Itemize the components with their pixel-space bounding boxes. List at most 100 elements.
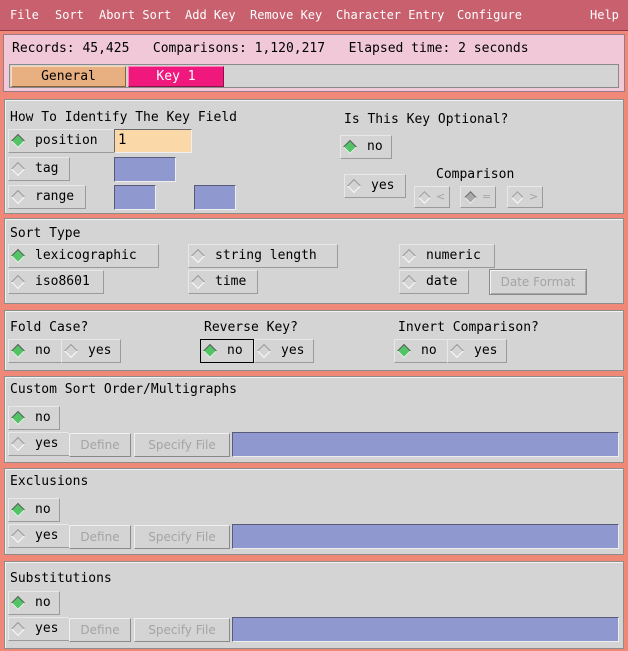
exclusions-file-input[interactable]	[232, 524, 619, 549]
menu-abort-sort[interactable]: Abort Sort	[99, 8, 171, 22]
substitutions-define-button[interactable]: Define	[69, 618, 131, 642]
radio-label: time	[215, 274, 247, 289]
less-than-icon: <	[436, 190, 446, 203]
custom-define-button[interactable]: Define	[69, 433, 131, 457]
custom-file-input[interactable]	[232, 432, 619, 457]
radio-icon	[418, 191, 431, 204]
radio-icon	[449, 343, 465, 359]
radio-selected-icon	[396, 343, 412, 359]
optional-title: Is This Key Optional?	[344, 112, 509, 127]
menu-file[interactable]: File	[10, 8, 39, 22]
radio-substitutions-yes[interactable]: yes	[8, 617, 70, 641]
sort-type-title: Sort Type	[10, 226, 81, 241]
invert-comparison-title: Invert Comparison?	[398, 320, 539, 335]
status-panel: Records: 45,425 Comparisons: 1,120,217 E…	[3, 34, 625, 92]
exclusions-specify-file-button[interactable]: Specify File	[134, 525, 230, 549]
radio-icon	[10, 621, 26, 637]
radio-label: range	[35, 189, 75, 204]
menu-remove-key[interactable]: Remove Key	[250, 8, 322, 22]
range-end-input[interactable]	[194, 185, 236, 210]
tab-general[interactable]: General	[11, 66, 126, 87]
tab-bar: General Key 1	[9, 64, 619, 88]
status-line: Records: 45,425 Comparisons: 1,120,217 E…	[12, 41, 529, 56]
radio-exclusions-yes[interactable]: yes	[8, 524, 70, 548]
radio-iso8601[interactable]: iso8601	[8, 270, 104, 294]
radio-position[interactable]: position	[8, 129, 116, 153]
substitutions-specify-file-button[interactable]: Specify File	[134, 618, 230, 642]
radio-label: position	[35, 133, 98, 148]
custom-sort-order-panel: Custom Sort Order/Multigraphs no yes Def…	[4, 376, 624, 463]
radio-invert-no[interactable]: no	[394, 339, 448, 363]
radio-label: yes	[88, 343, 112, 358]
comparison-less-than[interactable]: <	[414, 186, 450, 208]
radio-tag[interactable]: tag	[8, 157, 70, 181]
radio-reverse-key-yes[interactable]: yes	[254, 339, 314, 363]
menu-sort[interactable]: Sort	[55, 8, 84, 22]
radio-icon	[10, 528, 26, 544]
radio-icon	[401, 274, 417, 290]
radio-selected-icon	[464, 191, 477, 204]
radio-label: yes	[35, 621, 59, 636]
radio-selected-icon	[10, 410, 26, 426]
menu-help[interactable]: Help	[590, 8, 619, 22]
tab-key-1[interactable]: Key 1	[128, 66, 224, 87]
radio-label: numeric	[426, 248, 481, 263]
radio-label: tag	[35, 161, 59, 176]
date-format-button[interactable]: Date Format	[489, 269, 587, 295]
custom-sort-title: Custom Sort Order/Multigraphs	[10, 382, 237, 397]
exclusions-title: Exclusions	[10, 474, 89, 489]
radio-label: no	[35, 595, 51, 610]
radio-substitutions-no[interactable]: no	[8, 591, 60, 615]
radio-icon	[346, 178, 362, 194]
radio-label: iso8601	[35, 274, 90, 289]
substitutions-file-input[interactable]	[232, 617, 619, 642]
comparison-greater-than[interactable]: >	[507, 186, 543, 208]
radio-selected-icon	[10, 248, 26, 264]
sort-type-panel: Sort Type lexicographic string length nu…	[4, 218, 624, 304]
menu-configure[interactable]: Configure	[457, 8, 522, 22]
radio-icon	[10, 274, 26, 290]
radio-reverse-key-no[interactable]: no	[200, 339, 254, 363]
radio-string-length[interactable]: string length	[188, 244, 338, 268]
radio-numeric[interactable]: numeric	[399, 244, 495, 268]
menu-character-entry[interactable]: Character Entry	[336, 8, 444, 22]
radio-icon	[10, 189, 26, 205]
radio-lexicographic[interactable]: lexicographic	[8, 244, 159, 268]
radio-label: yes	[35, 436, 59, 451]
identify-title: How To Identify The Key Field	[10, 110, 237, 125]
radio-optional-yes[interactable]: yes	[344, 174, 406, 198]
exclusions-panel: Exclusions no yes Define Specify File	[4, 468, 624, 555]
range-start-input[interactable]	[114, 185, 156, 210]
radio-invert-yes[interactable]: yes	[447, 339, 507, 363]
radio-exclusions-no[interactable]: no	[8, 498, 60, 522]
radio-label: string length	[215, 248, 317, 263]
radio-label: no	[35, 410, 51, 425]
radio-icon	[401, 248, 417, 264]
radio-label: no	[227, 343, 243, 358]
exclusions-define-button[interactable]: Define	[69, 525, 131, 549]
menu-add-key[interactable]: Add Key	[185, 8, 236, 22]
radio-optional-no[interactable]: no	[340, 135, 392, 159]
radio-icon	[10, 161, 26, 177]
radio-label: no	[367, 139, 383, 154]
radio-custom-yes[interactable]: yes	[8, 432, 70, 456]
radio-fold-case-no[interactable]: no	[8, 339, 62, 363]
radio-range[interactable]: range	[8, 185, 86, 209]
elapsed-time: Elapsed time: 2 seconds	[348, 41, 529, 56]
radio-fold-case-yes[interactable]: yes	[61, 339, 121, 363]
tag-input[interactable]	[114, 157, 176, 182]
radio-icon	[190, 248, 206, 264]
comparison-equal[interactable]: =	[460, 186, 496, 208]
menu-bar: File Sort Abort Sort Add Key Remove Key …	[0, 0, 628, 31]
radio-selected-icon	[10, 343, 26, 359]
position-input[interactable]: 1	[114, 129, 192, 153]
radio-label: no	[35, 502, 51, 517]
equal-icon: =	[482, 190, 492, 203]
radio-date[interactable]: date	[399, 270, 469, 294]
fold-case-title: Fold Case?	[10, 320, 89, 335]
custom-specify-file-button[interactable]: Specify File	[134, 433, 230, 457]
radio-label: no	[35, 343, 51, 358]
records-count: Records: 45,425	[12, 41, 130, 56]
radio-time[interactable]: time	[188, 270, 258, 294]
radio-custom-no[interactable]: no	[8, 406, 60, 430]
